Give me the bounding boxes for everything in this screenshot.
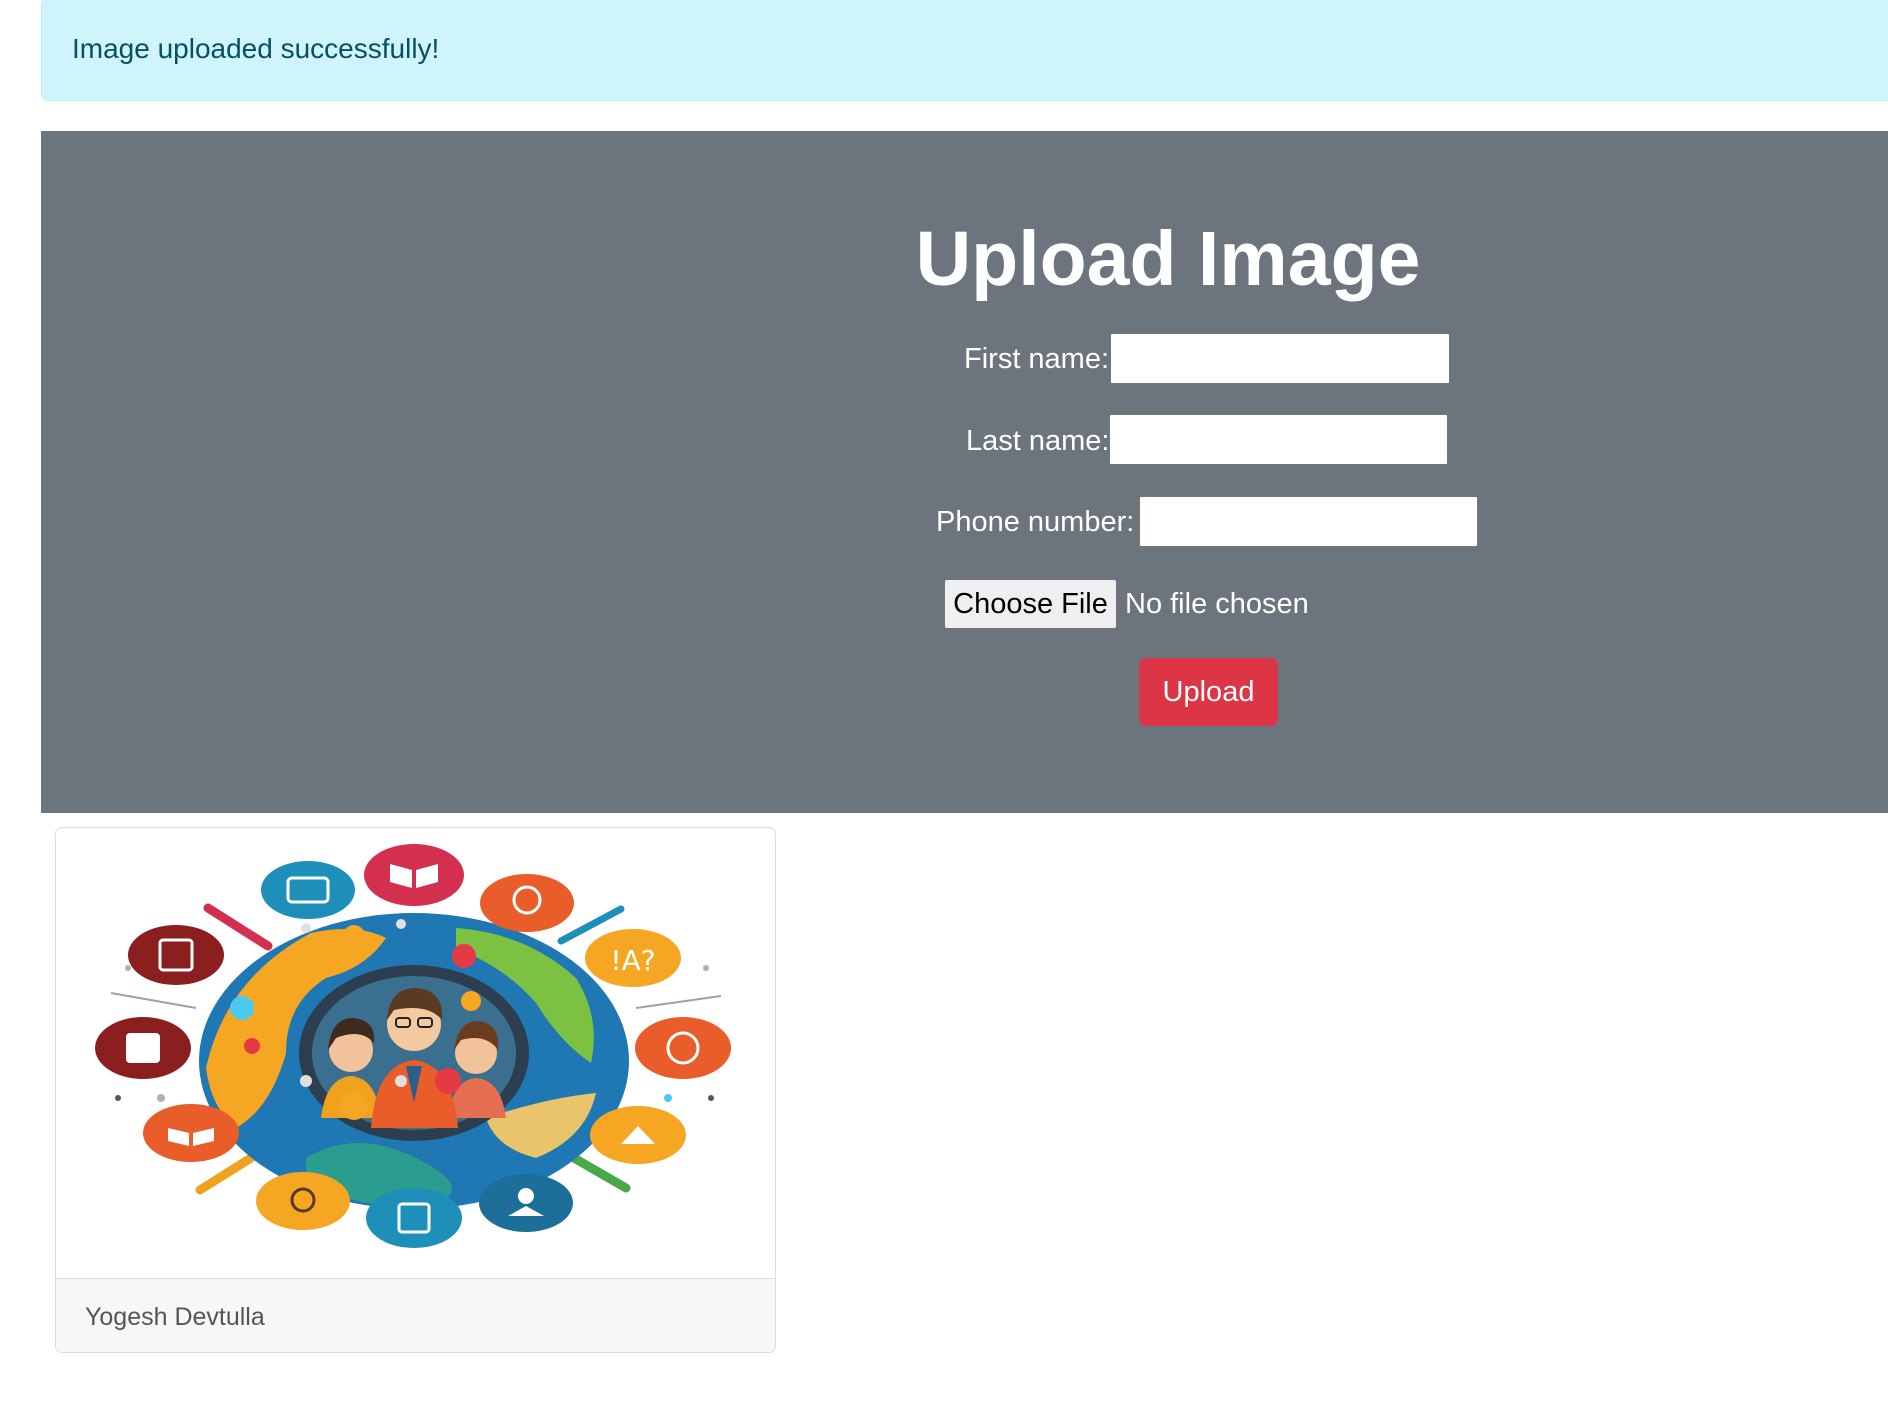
- success-alert: Image uploaded successfully!: [41, 0, 1888, 101]
- page-title: Upload Image: [915, 216, 1421, 302]
- upload-button[interactable]: Upload: [1139, 658, 1278, 726]
- last-name-input[interactable]: [1109, 414, 1448, 465]
- image-card: !A? Yogesh Devtulla: [55, 827, 776, 1353]
- card-footer: Yogesh Devtulla: [56, 1278, 775, 1352]
- svg-text:!A?: !A?: [610, 944, 655, 977]
- last-name-label: Last name:: [966, 425, 1110, 457]
- uploaded-image: !A?: [56, 828, 775, 1278]
- first-name-input[interactable]: [1110, 333, 1450, 384]
- choose-file-button[interactable]: Choose File: [944, 579, 1117, 629]
- file-status-text: No file chosen: [1125, 588, 1309, 620]
- alert-message: Image uploaded successfully!: [72, 33, 440, 64]
- phone-number-label: Phone number:: [936, 506, 1135, 538]
- first-name-label: First name:: [964, 343, 1110, 375]
- phone-number-input[interactable]: [1139, 496, 1478, 547]
- image-caption: Yogesh Devtulla: [85, 1303, 265, 1331]
